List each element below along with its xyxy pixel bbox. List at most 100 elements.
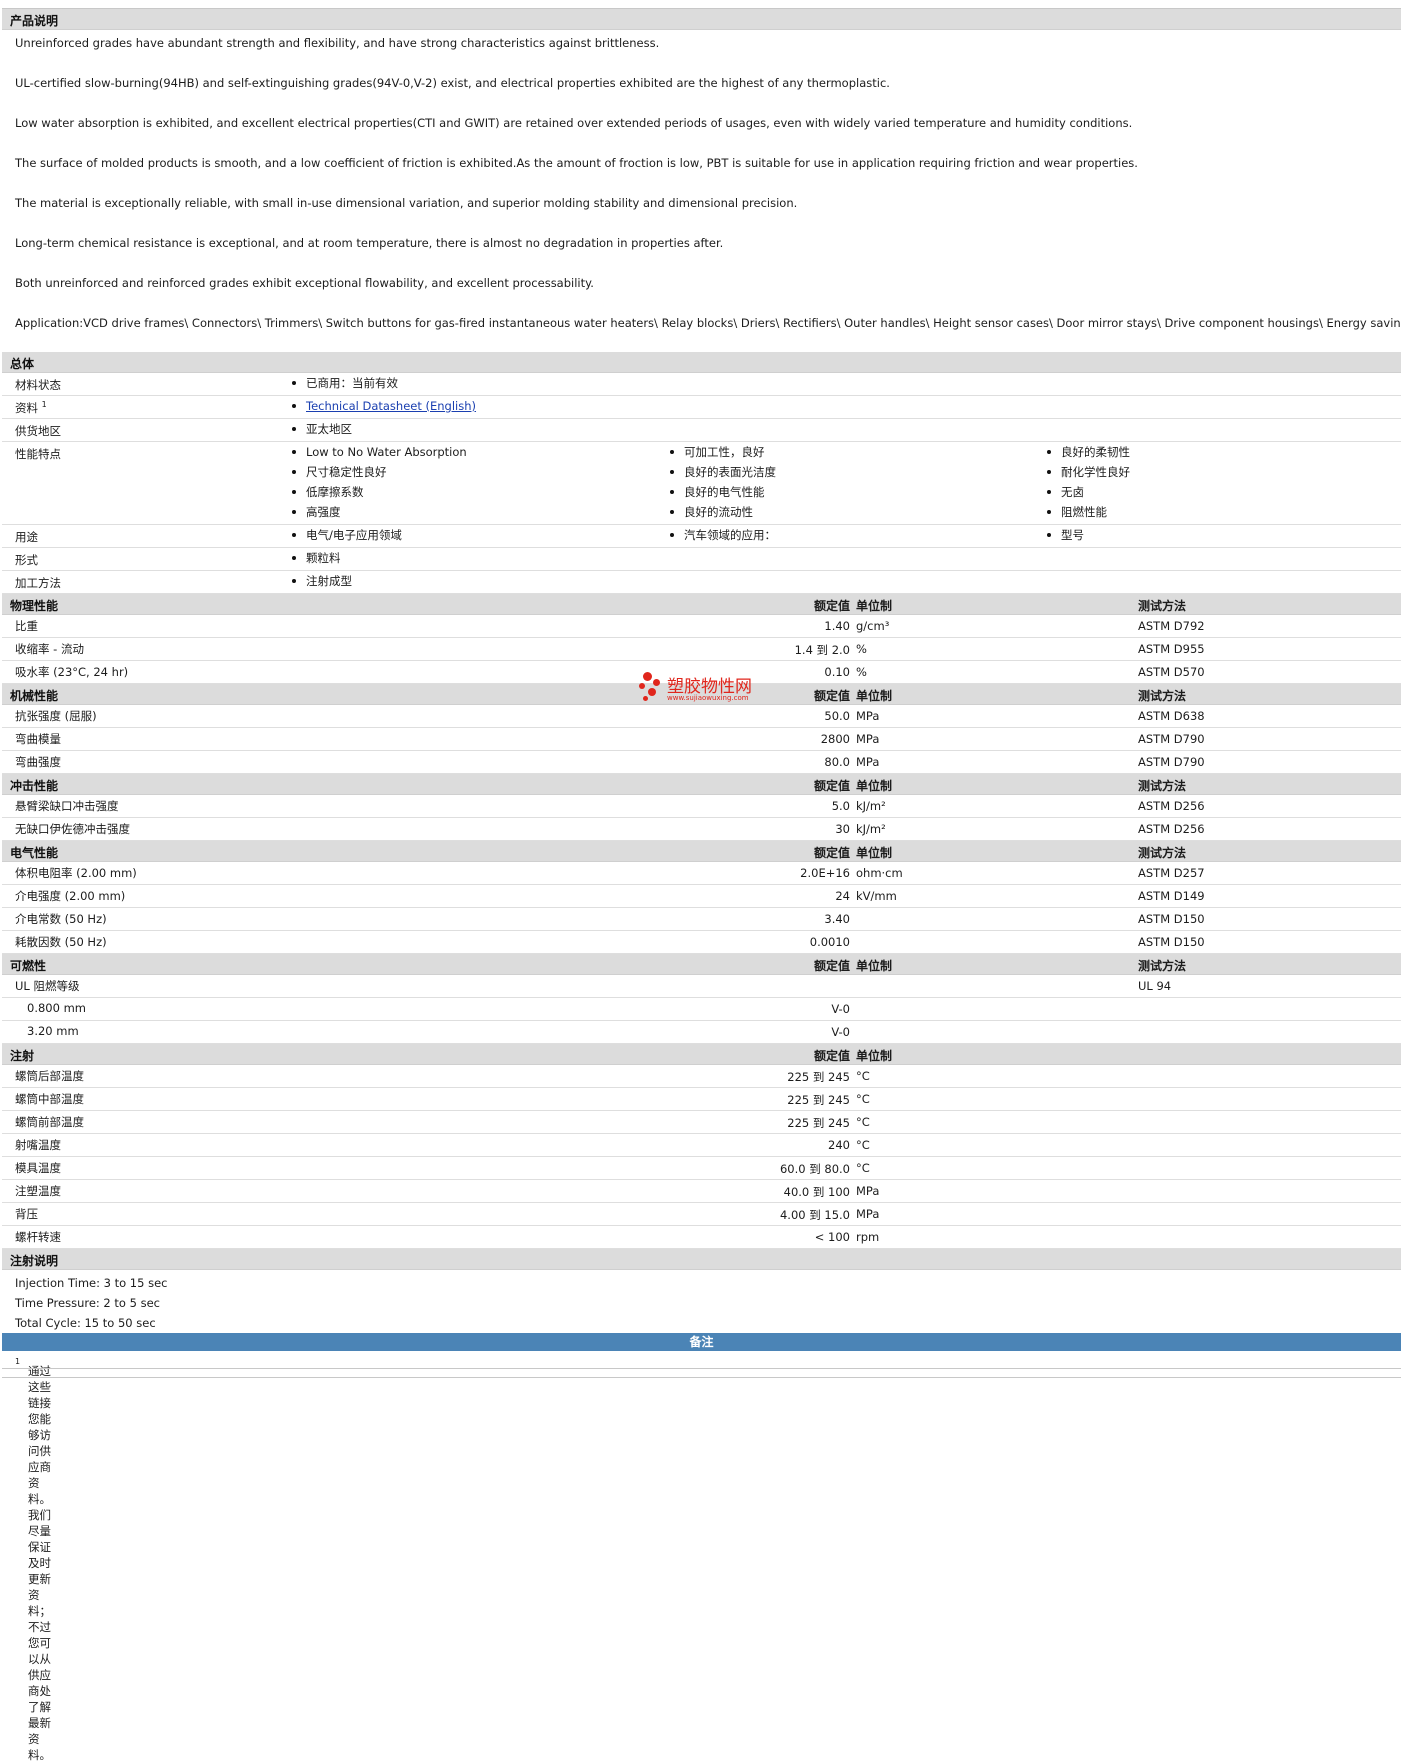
value-column: 颗粒料 bbox=[291, 548, 341, 568]
description-paragraph: Low water absorption is exhibited, and e… bbox=[15, 116, 1133, 130]
column-header-unit: 单位制 bbox=[856, 599, 893, 613]
nominal-value: 2800 bbox=[820, 732, 850, 746]
unit-value: °C bbox=[856, 1092, 870, 1106]
row-label-text: 加工方法 bbox=[15, 576, 61, 590]
column-header-unit: 单位制 bbox=[856, 846, 893, 860]
nominal-value: 40.0 到 100 bbox=[783, 1185, 850, 1199]
test-method: ASTM D955 bbox=[1138, 642, 1205, 656]
footnote-mark: 1 bbox=[41, 400, 47, 410]
test-method: ASTM D150 bbox=[1138, 935, 1205, 949]
nominal-value: 2.0E+16 bbox=[800, 866, 850, 880]
footnote-mark: 1 bbox=[15, 1357, 21, 1366]
section-header: 电气性能 额定值 单位制 测试方法 bbox=[2, 841, 1401, 862]
property-label: 弯曲模量 bbox=[15, 732, 61, 746]
list-item: 注射成型 bbox=[291, 571, 352, 591]
section-title: 物理性能 bbox=[10, 599, 59, 613]
property-label: 抗张强度 (屈服) bbox=[15, 709, 97, 723]
section-title: 产品说明 bbox=[10, 14, 59, 28]
value-column: 亚太地区 bbox=[291, 419, 352, 439]
description-body: Unreinforced grades have abundant streng… bbox=[2, 30, 1401, 352]
row-label: 性能特点 bbox=[15, 446, 61, 462]
unit-value: MPa bbox=[856, 1207, 880, 1221]
property-label: 弯曲强度 bbox=[15, 755, 61, 769]
table-row: 抗张强度 (屈服) 50.0 MPa ASTM D638 bbox=[2, 705, 1401, 728]
row-label: 材料状态 bbox=[15, 377, 61, 393]
list-item: 电气/电子应用领域 bbox=[291, 525, 402, 545]
description-paragraph: The surface of molded products is smooth… bbox=[15, 156, 1138, 170]
section-header-injection-notes: 注射说明 bbox=[2, 1249, 1401, 1270]
property-label: 模具温度 bbox=[15, 1161, 61, 1175]
unit-value: MPa bbox=[856, 1184, 880, 1198]
injection-notes-body: Injection Time: 3 to 15 sec Time Pressure… bbox=[2, 1270, 1401, 1333]
table-row: 介电常数 (50 Hz) 3.40 ASTM D150 bbox=[2, 908, 1401, 931]
column-header-test: 测试方法 bbox=[1138, 846, 1187, 860]
description-paragraph: Unreinforced grades have abundant streng… bbox=[15, 36, 660, 50]
table-row: 背压 4.00 到 15.0 MPa bbox=[2, 1203, 1401, 1226]
test-method: ASTM D792 bbox=[1138, 619, 1205, 633]
column-header-unit: 单位制 bbox=[856, 689, 893, 703]
property-label: 耗散因数 (50 Hz) bbox=[15, 935, 107, 949]
section-header: 注射 额定值 单位制 bbox=[2, 1044, 1401, 1065]
nominal-value: 0.10 bbox=[824, 665, 850, 679]
unit-value: % bbox=[856, 642, 867, 656]
description-paragraph: Application:VCD drive frames\ Connectors… bbox=[15, 316, 1401, 330]
nominal-value: 4.00 到 15.0 bbox=[779, 1208, 850, 1222]
row-label: 资料 1 bbox=[15, 400, 47, 416]
list-item: 可加工性，良好 bbox=[669, 442, 776, 462]
unit-value: MPa bbox=[856, 755, 880, 769]
general-row: 供货地区 亚太地区 bbox=[2, 419, 1401, 442]
section-header: 物理性能 额定值 单位制 测试方法 bbox=[2, 594, 1401, 615]
note-line: Time Pressure: 2 to 5 sec bbox=[15, 1296, 160, 1310]
unit-value: MPa bbox=[856, 709, 880, 723]
section-title: 可燃性 bbox=[10, 959, 47, 973]
column-header-nominal: 额定值 bbox=[813, 846, 850, 860]
row-label-text: 材料状态 bbox=[15, 378, 61, 392]
general-row: 用途 电气/电子应用领域 汽车领域的应用： 型号 bbox=[2, 525, 1401, 548]
property-label: 背压 bbox=[15, 1207, 38, 1221]
test-method: ASTM D256 bbox=[1138, 822, 1205, 836]
test-method: ASTM D149 bbox=[1138, 889, 1205, 903]
value-column: 良好的柔韧性 耐化学性良好 无卤 阻燃性能 bbox=[1046, 442, 1130, 522]
list-item: 尺寸稳定性良好 bbox=[291, 462, 467, 482]
row-label-text: 用途 bbox=[15, 530, 38, 544]
general-row: 形式 颗粒料 bbox=[2, 548, 1401, 571]
property-label: 无缺口伊佐德冲击强度 bbox=[15, 822, 130, 836]
nominal-value: 5.0 bbox=[831, 799, 850, 813]
note-line: Total Cycle: 15 to 50 sec bbox=[15, 1316, 156, 1330]
test-method: ASTM D150 bbox=[1138, 912, 1205, 926]
test-method: ASTM D570 bbox=[1138, 665, 1205, 679]
section-title: 机械性能 bbox=[10, 689, 59, 703]
nominal-value: 0.0010 bbox=[809, 935, 850, 949]
row-label-text: 资料 bbox=[15, 401, 38, 415]
row-label: 用途 bbox=[15, 529, 38, 545]
row-label: 供货地区 bbox=[15, 423, 61, 439]
list-item: 低摩擦系数 bbox=[291, 482, 467, 502]
table-row: 螺筒中部温度 225 到 245 °C bbox=[2, 1088, 1401, 1111]
table-row: 螺筒前部温度 225 到 245 °C bbox=[2, 1111, 1401, 1134]
nominal-value: 30 bbox=[835, 822, 850, 836]
column-header-test: 测试方法 bbox=[1138, 779, 1187, 793]
table-row: 介电强度 (2.00 mm) 24 kV/mm ASTM D149 bbox=[2, 885, 1401, 908]
nominal-value: 1.4 到 2.0 bbox=[794, 643, 850, 657]
property-label: 介电强度 (2.00 mm) bbox=[15, 889, 126, 903]
unit-value: °C bbox=[856, 1115, 870, 1129]
column-header-test: 测试方法 bbox=[1138, 599, 1187, 613]
section-title: 总体 bbox=[10, 357, 35, 371]
table-row: 射嘴温度 240 °C bbox=[2, 1134, 1401, 1157]
table-row: 体积电阻率 (2.00 mm) 2.0E+16 ohm·cm ASTM D257 bbox=[2, 862, 1401, 885]
description-paragraph: UL-certified slow-burning(94HB) and self… bbox=[15, 76, 890, 90]
list-item: 无卤 bbox=[1046, 482, 1130, 502]
general-row: 性能特点 Low to No Water Absorption 尺寸稳定性良好 低摩擦… bbox=[2, 442, 1401, 525]
footnote-text: 1 通过这些链接您能够访问供应商资料。我们尽量保证及时更新资料；不过您可以从供应… bbox=[15, 1357, 51, 1762]
list-item: 高强度 bbox=[291, 502, 467, 522]
property-label: 3.20 mm bbox=[27, 1024, 79, 1038]
test-method: UL 94 bbox=[1138, 979, 1172, 993]
column-header-nominal: 额定值 bbox=[813, 599, 850, 613]
table-row: 悬臂梁缺口冲击强度 5.0 kJ/m² ASTM D256 bbox=[2, 795, 1401, 818]
datasheet-link[interactable]: Technical Datasheet (English) bbox=[306, 399, 476, 413]
nominal-value: 225 到 245 bbox=[787, 1070, 850, 1084]
nominal-value: 24 bbox=[835, 889, 850, 903]
footnote-row: 1 通过这些链接您能够访问供应商资料。我们尽量保证及时更新资料；不过您可以从供应… bbox=[2, 1351, 1401, 1762]
unit-value: % bbox=[856, 665, 867, 679]
value-column: 可加工性，良好 良好的表面光洁度 良好的电气性能 良好的流动性 bbox=[669, 442, 776, 522]
